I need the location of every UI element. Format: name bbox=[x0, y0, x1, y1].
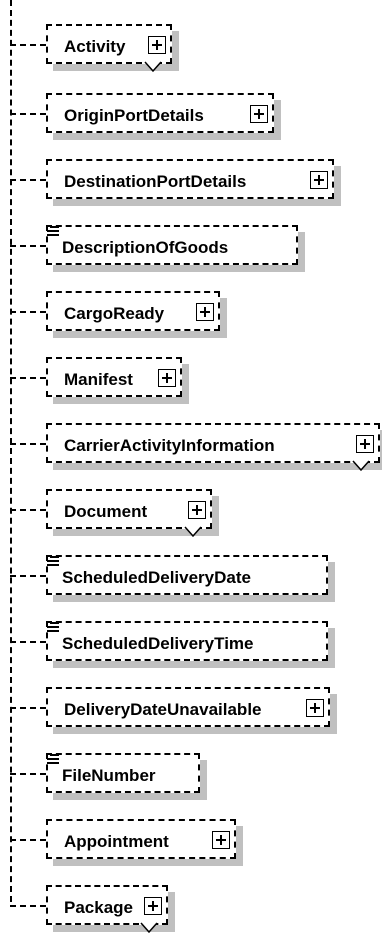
expand-plus-icon[interactable] bbox=[250, 105, 268, 123]
element-box[interactable]: DestinationPortDetails bbox=[46, 159, 334, 199]
element-box[interactable]: Appointment bbox=[46, 819, 236, 859]
element-label: OriginPortDetails bbox=[64, 106, 204, 125]
element-label: ScheduledDeliveryTime bbox=[62, 634, 254, 653]
schema-element-node: CarrierActivityInformation bbox=[0, 423, 382, 472]
element-box[interactable]: ScheduledDeliveryTime bbox=[46, 621, 328, 661]
element-box[interactable]: DeliveryDateUnavailable bbox=[46, 687, 330, 727]
schema-element-node: DescriptionOfGoods bbox=[0, 225, 382, 272]
chevron-down-icon bbox=[140, 922, 158, 934]
element-box[interactable]: DescriptionOfGoods bbox=[46, 225, 298, 265]
branch-connector bbox=[10, 839, 46, 841]
branch-connector bbox=[10, 443, 46, 445]
expand-plus-icon[interactable] bbox=[188, 501, 206, 519]
branch-connector bbox=[10, 245, 46, 247]
element-label: Manifest bbox=[64, 370, 133, 389]
schema-element-node: OriginPortDetails bbox=[0, 93, 382, 140]
chevron-down-icon bbox=[352, 460, 370, 472]
schema-element-node: ScheduledDeliveryDate bbox=[0, 555, 382, 602]
element-box[interactable]: CarrierActivityInformation bbox=[46, 423, 380, 472]
element-label: ScheduledDeliveryDate bbox=[62, 568, 251, 587]
element-label: FileNumber bbox=[62, 766, 156, 785]
schema-element-node: Document bbox=[0, 489, 382, 538]
element-box[interactable]: CargoReady bbox=[46, 291, 220, 331]
element-box[interactable]: Manifest bbox=[46, 357, 182, 397]
element-label: DestinationPortDetails bbox=[64, 172, 247, 191]
element-label: CarrierActivityInformation bbox=[64, 436, 275, 455]
schema-element-node: Manifest bbox=[0, 357, 382, 404]
expand-plus-icon[interactable] bbox=[148, 36, 166, 54]
schema-element-node: Appointment bbox=[0, 819, 382, 866]
expand-plus-icon[interactable] bbox=[196, 303, 214, 321]
schema-sequence-tree: Activity OriginPortDetails DestinationPort… bbox=[0, 0, 382, 948]
simple-content-icon bbox=[47, 753, 61, 765]
schema-element-node: Activity bbox=[0, 24, 382, 73]
expand-plus-icon[interactable] bbox=[310, 171, 328, 189]
schema-element-node: Package bbox=[0, 885, 382, 934]
expand-plus-icon[interactable] bbox=[144, 897, 162, 915]
branch-connector bbox=[10, 377, 46, 379]
element-label: DeliveryDateUnavailable bbox=[64, 700, 262, 719]
element-box[interactable]: ScheduledDeliveryDate bbox=[46, 555, 328, 595]
element-box[interactable]: Package bbox=[46, 885, 168, 934]
schema-element-node: CargoReady bbox=[0, 291, 382, 338]
branch-connector bbox=[10, 773, 46, 775]
element-box[interactable]: Activity bbox=[46, 24, 172, 73]
expand-plus-icon[interactable] bbox=[306, 699, 324, 717]
schema-element-node: FileNumber bbox=[0, 753, 382, 800]
branch-connector bbox=[10, 707, 46, 709]
chevron-down-icon bbox=[144, 61, 162, 73]
element-box[interactable]: Document bbox=[46, 489, 212, 538]
branch-connector bbox=[10, 641, 46, 643]
simple-content-icon bbox=[47, 225, 61, 237]
simple-content-icon bbox=[47, 555, 61, 567]
element-label: Package bbox=[64, 898, 133, 917]
schema-element-node: DeliveryDateUnavailable bbox=[0, 687, 382, 734]
branch-connector bbox=[10, 575, 46, 577]
schema-element-node: ScheduledDeliveryTime bbox=[0, 621, 382, 668]
simple-content-icon bbox=[47, 621, 61, 633]
element-box[interactable]: FileNumber bbox=[46, 753, 200, 793]
branch-connector bbox=[10, 311, 46, 313]
schema-element-node: DestinationPortDetails bbox=[0, 159, 382, 206]
element-label: DescriptionOfGoods bbox=[62, 238, 229, 257]
element-label: Activity bbox=[64, 37, 126, 56]
element-label: Appointment bbox=[64, 832, 169, 851]
branch-connector bbox=[10, 113, 46, 115]
branch-connector bbox=[10, 179, 46, 181]
element-box[interactable]: OriginPortDetails bbox=[46, 93, 274, 133]
expand-plus-icon[interactable] bbox=[158, 369, 176, 387]
branch-connector bbox=[10, 44, 46, 46]
element-label: Document bbox=[64, 502, 148, 521]
element-label: CargoReady bbox=[64, 304, 165, 323]
expand-plus-icon[interactable] bbox=[212, 831, 230, 849]
branch-connector bbox=[10, 509, 46, 511]
expand-plus-icon[interactable] bbox=[356, 435, 374, 453]
branch-connector bbox=[10, 905, 46, 907]
chevron-down-icon bbox=[184, 526, 202, 538]
